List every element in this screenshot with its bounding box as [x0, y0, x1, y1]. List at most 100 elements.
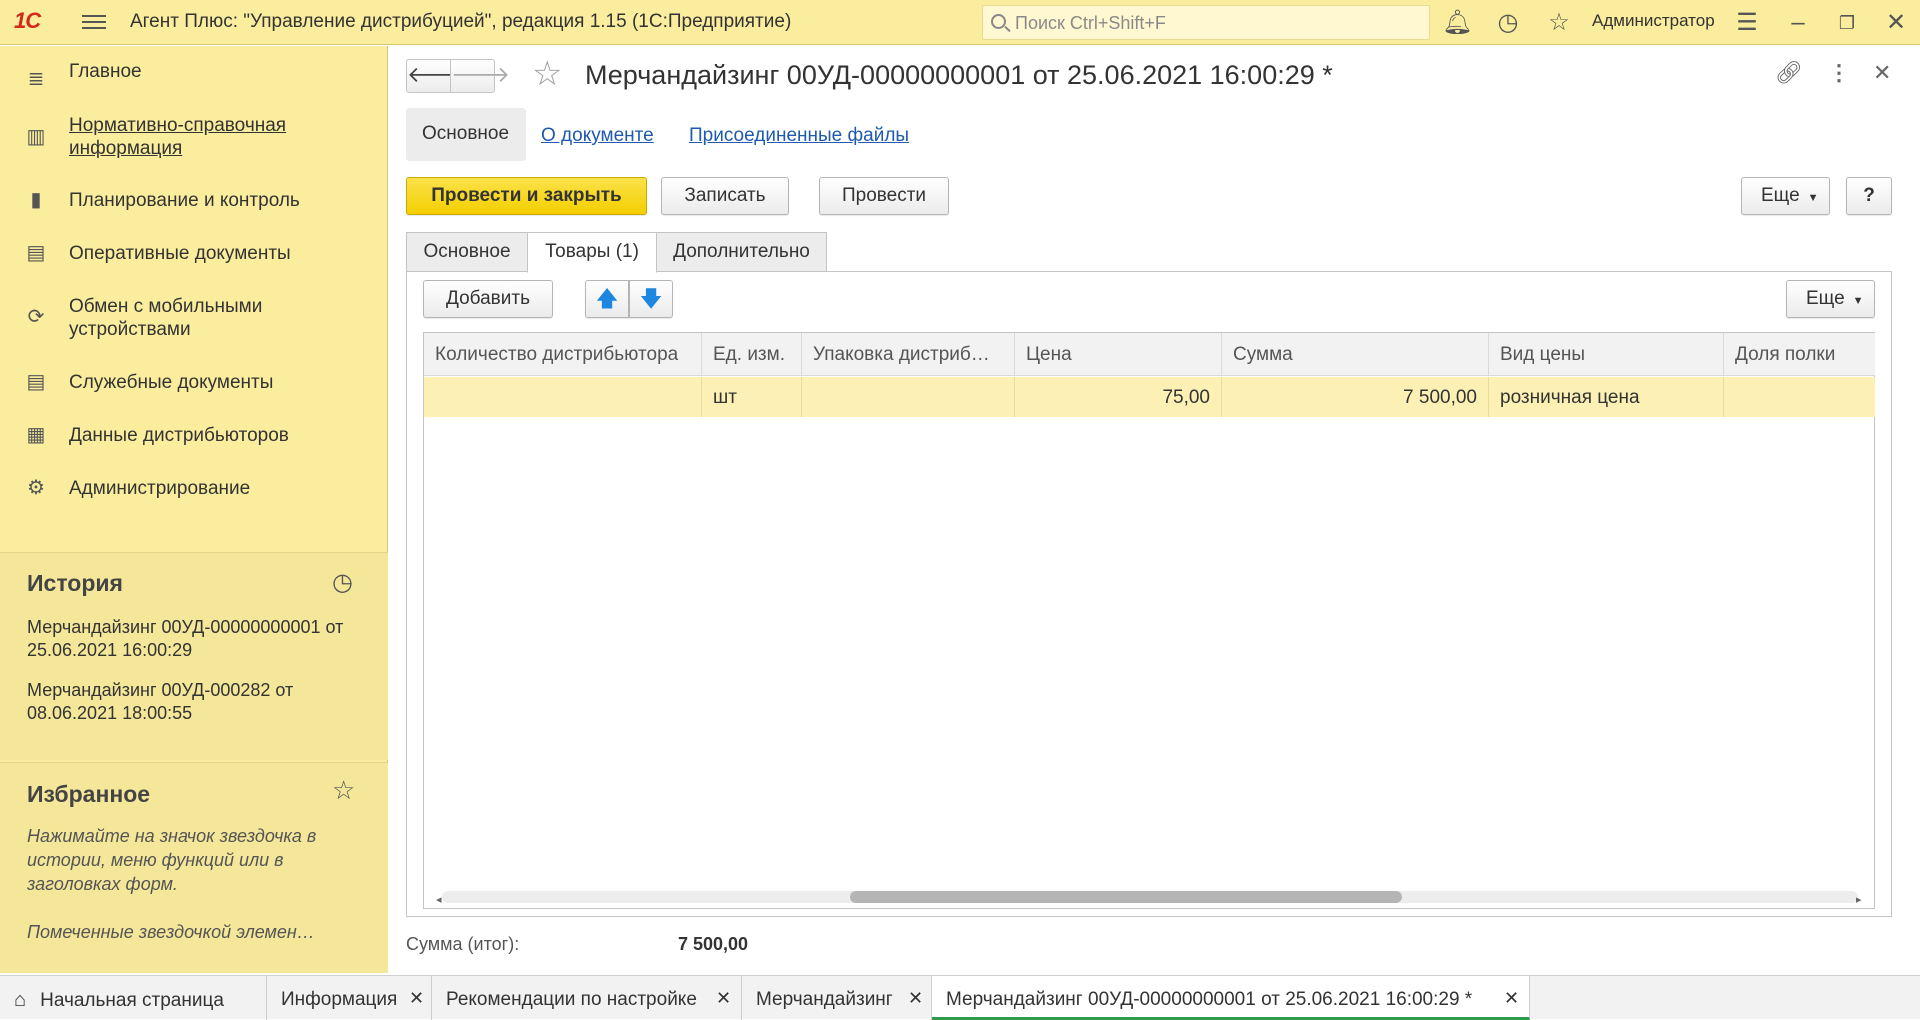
table-cell[interactable]	[1724, 377, 1875, 417]
tab-label: Мерчандайзинг 00УД-00000000001 от 25.06.…	[946, 989, 1473, 1010]
column-header[interactable]: Вид цены	[1489, 333, 1724, 376]
sidebar-item-nsi[interactable]: ▥ Нормативно-справочная информация	[0, 114, 388, 164]
post-and-close-button[interactable]: Провести и закрыть	[406, 177, 647, 215]
total-value: 7 500,00	[678, 934, 749, 954]
arrow-right-icon: 🡒	[451, 62, 510, 87]
tab-goods[interactable]: Товары (1)	[527, 232, 657, 273]
section-attached-files[interactable]: Присоединенные файлы	[689, 125, 909, 147]
favorites-hint: Нажимайте на значок звездочка в истории,…	[27, 826, 317, 894]
sidebar-item-service-docs[interactable]: ▤ Служебные документы	[0, 371, 388, 411]
close-tab-icon[interactable]: ✕	[908, 988, 923, 1009]
sidebar-item-administration[interactable]: ⚙ Администрирование	[0, 477, 388, 517]
tab-home[interactable]: ⌂ Начальная страница	[0, 976, 267, 1020]
distributor-data-icon: ▦	[26, 424, 46, 446]
table-cell[interactable]: 7 500,00	[1222, 377, 1489, 417]
favorites-star-icon[interactable]: ☆	[1544, 8, 1574, 38]
column-header[interactable]: Ед. изм.	[702, 333, 802, 376]
save-button[interactable]: Записать	[661, 177, 789, 215]
search-input[interactable]: Поиск Ctrl+Shift+F	[982, 5, 1430, 40]
document-title: Мерчандайзинг 00УД-00000000001 от 25.06.…	[585, 60, 1333, 90]
dropdown-arrow-icon: ▼	[1807, 192, 1819, 204]
tab-additional[interactable]: Дополнительно	[656, 232, 827, 272]
column-header[interactable]: Упаковка дистриб…	[802, 333, 1015, 376]
history-title: История	[27, 570, 123, 596]
history-clock-icon[interactable]: ◷	[1493, 8, 1523, 38]
minimize-icon[interactable]: –	[1783, 8, 1813, 38]
tab-information[interactable]: Информация ✕	[267, 976, 432, 1020]
sidebar-item-label: Нормативно-справочная информация	[69, 115, 287, 159]
list-icon: ≣	[27, 68, 45, 90]
sidebar-item-main[interactable]: ≣ Главное	[0, 60, 388, 100]
sidebar-item-label: Служебные документы	[69, 372, 274, 393]
table-cell[interactable]: шт	[702, 377, 802, 417]
history-clock-icon[interactable]: ◷	[332, 568, 353, 597]
open-windows-bar: ⌂ Начальная страница Информация ✕ Рекоменд…	[0, 975, 1920, 1020]
title-bar: 1С Агент Плюс: "Управление дистрибуцией"…	[0, 0, 1920, 45]
scroll-left-icon[interactable]: ◂	[436, 893, 442, 906]
table-cell[interactable]: розничная цена	[1489, 377, 1724, 417]
sidebar-item-label: Обмен с мобильными устройствами	[69, 296, 263, 340]
table-cell[interactable]: 75,00	[1015, 377, 1222, 417]
move-down-button[interactable]: 🡇	[629, 280, 673, 318]
column-header[interactable]: Количество дистрибьютора	[424, 333, 702, 376]
sidebar-item-operational-docs[interactable]: ▤ Оперативные документы	[0, 242, 388, 282]
column-header[interactable]: Доля полки	[1724, 333, 1875, 376]
table-cell[interactable]	[424, 377, 702, 417]
back-button[interactable]: 🡐	[406, 59, 466, 93]
close-tab-icon[interactable]: ✕	[1504, 988, 1519, 1009]
tab-setup-recommendations[interactable]: Рекомендации по настройке ✕	[432, 976, 742, 1020]
history-item[interactable]: Мерчандайзинг 00УД-00000000001 от 25.06.…	[27, 616, 367, 662]
scrollbar-thumb[interactable]	[850, 891, 1402, 903]
tab-merchandising[interactable]: Мерчандайзинг ✕	[742, 976, 932, 1020]
favorites-title: Избранное	[27, 781, 151, 807]
tab-main[interactable]: Основное	[406, 232, 528, 272]
tab-label: Информация	[281, 989, 398, 1010]
close-tab-icon[interactable]: ✕	[409, 988, 424, 1009]
history-panel: История ◷ Мерчандайзинг 00УД-00000000001…	[0, 552, 388, 760]
close-tab-icon[interactable]: ✕	[716, 988, 731, 1009]
add-row-button[interactable]: Добавить	[423, 280, 553, 318]
service-docs-icon: ▤	[26, 371, 46, 393]
section-about-document[interactable]: О документе	[541, 125, 654, 147]
scroll-right-icon[interactable]: ▸	[1856, 893, 1862, 906]
tab-label: Начальная страница	[40, 990, 224, 1011]
post-button[interactable]: Провести	[819, 177, 949, 215]
notifications-bell-icon[interactable]: 🔔︎	[1442, 8, 1472, 38]
more-button[interactable]: Еще ▼	[1741, 177, 1830, 215]
catalog-icon: ▥	[26, 126, 46, 148]
more-button-label: Еще	[1761, 185, 1800, 206]
sidebar-item-planning[interactable]: ▮ Планирование и контроль	[0, 189, 388, 229]
settings-menu-icon[interactable]: ☰	[1732, 8, 1762, 38]
sync-icon: ⟳	[27, 306, 45, 328]
history-item[interactable]: Мерчандайзинг 00УД-000282 от 08.06.2021 …	[27, 679, 367, 725]
move-up-button[interactable]: 🡅	[585, 280, 629, 318]
goods-table[interactable]: Количество дистрибьютора Ед. изм. Упаков…	[423, 332, 1875, 909]
star-icon: ☆	[332, 775, 356, 805]
sidebar-item-label: Данные дистрибьюторов	[69, 425, 289, 446]
column-header[interactable]: Цена	[1015, 333, 1222, 376]
close-form-icon[interactable]: ✕	[1873, 60, 1891, 86]
home-icon: ⌂	[14, 989, 27, 1011]
more-actions-icon[interactable]: ⋮	[1828, 60, 1850, 86]
restore-window-icon[interactable]: ❐	[1832, 8, 1862, 38]
column-header[interactable]: Сумма	[1222, 333, 1489, 376]
tab-merchandising-document[interactable]: Мерчандайзинг 00УД-00000000001 от 25.06.…	[932, 976, 1530, 1020]
main-menu-button[interactable]	[82, 11, 106, 33]
add-favorite-star-icon[interactable]: ☆	[532, 54, 562, 94]
forward-button[interactable]: 🡒	[450, 59, 510, 93]
app-logo: 1С	[14, 8, 41, 33]
close-window-icon[interactable]: ✕	[1881, 8, 1911, 38]
horizontal-scrollbar[interactable]	[442, 891, 1858, 903]
section-main[interactable]: Основное	[406, 108, 526, 161]
sidebar-item-label: Администрирование	[69, 478, 251, 499]
table-cell[interactable]	[802, 377, 1015, 417]
sidebar-item-distributor-data[interactable]: ▦ Данные дистрибьюторов	[0, 424, 388, 464]
link-icon[interactable]: 🔗︎	[1775, 60, 1803, 86]
help-button[interactable]: ?	[1846, 177, 1892, 215]
sidebar-item-label: Оперативные документы	[69, 243, 291, 264]
user-name[interactable]: Администратор	[1592, 11, 1715, 31]
arrow-down-icon: 🡇	[639, 286, 663, 311]
sidebar-item-mobile-exchange[interactable]: ⟳ Обмен с мобильными устройствами	[0, 295, 388, 345]
table-more-button[interactable]: Еще ▼	[1786, 280, 1875, 318]
arrow-up-icon: 🡅	[595, 286, 619, 311]
